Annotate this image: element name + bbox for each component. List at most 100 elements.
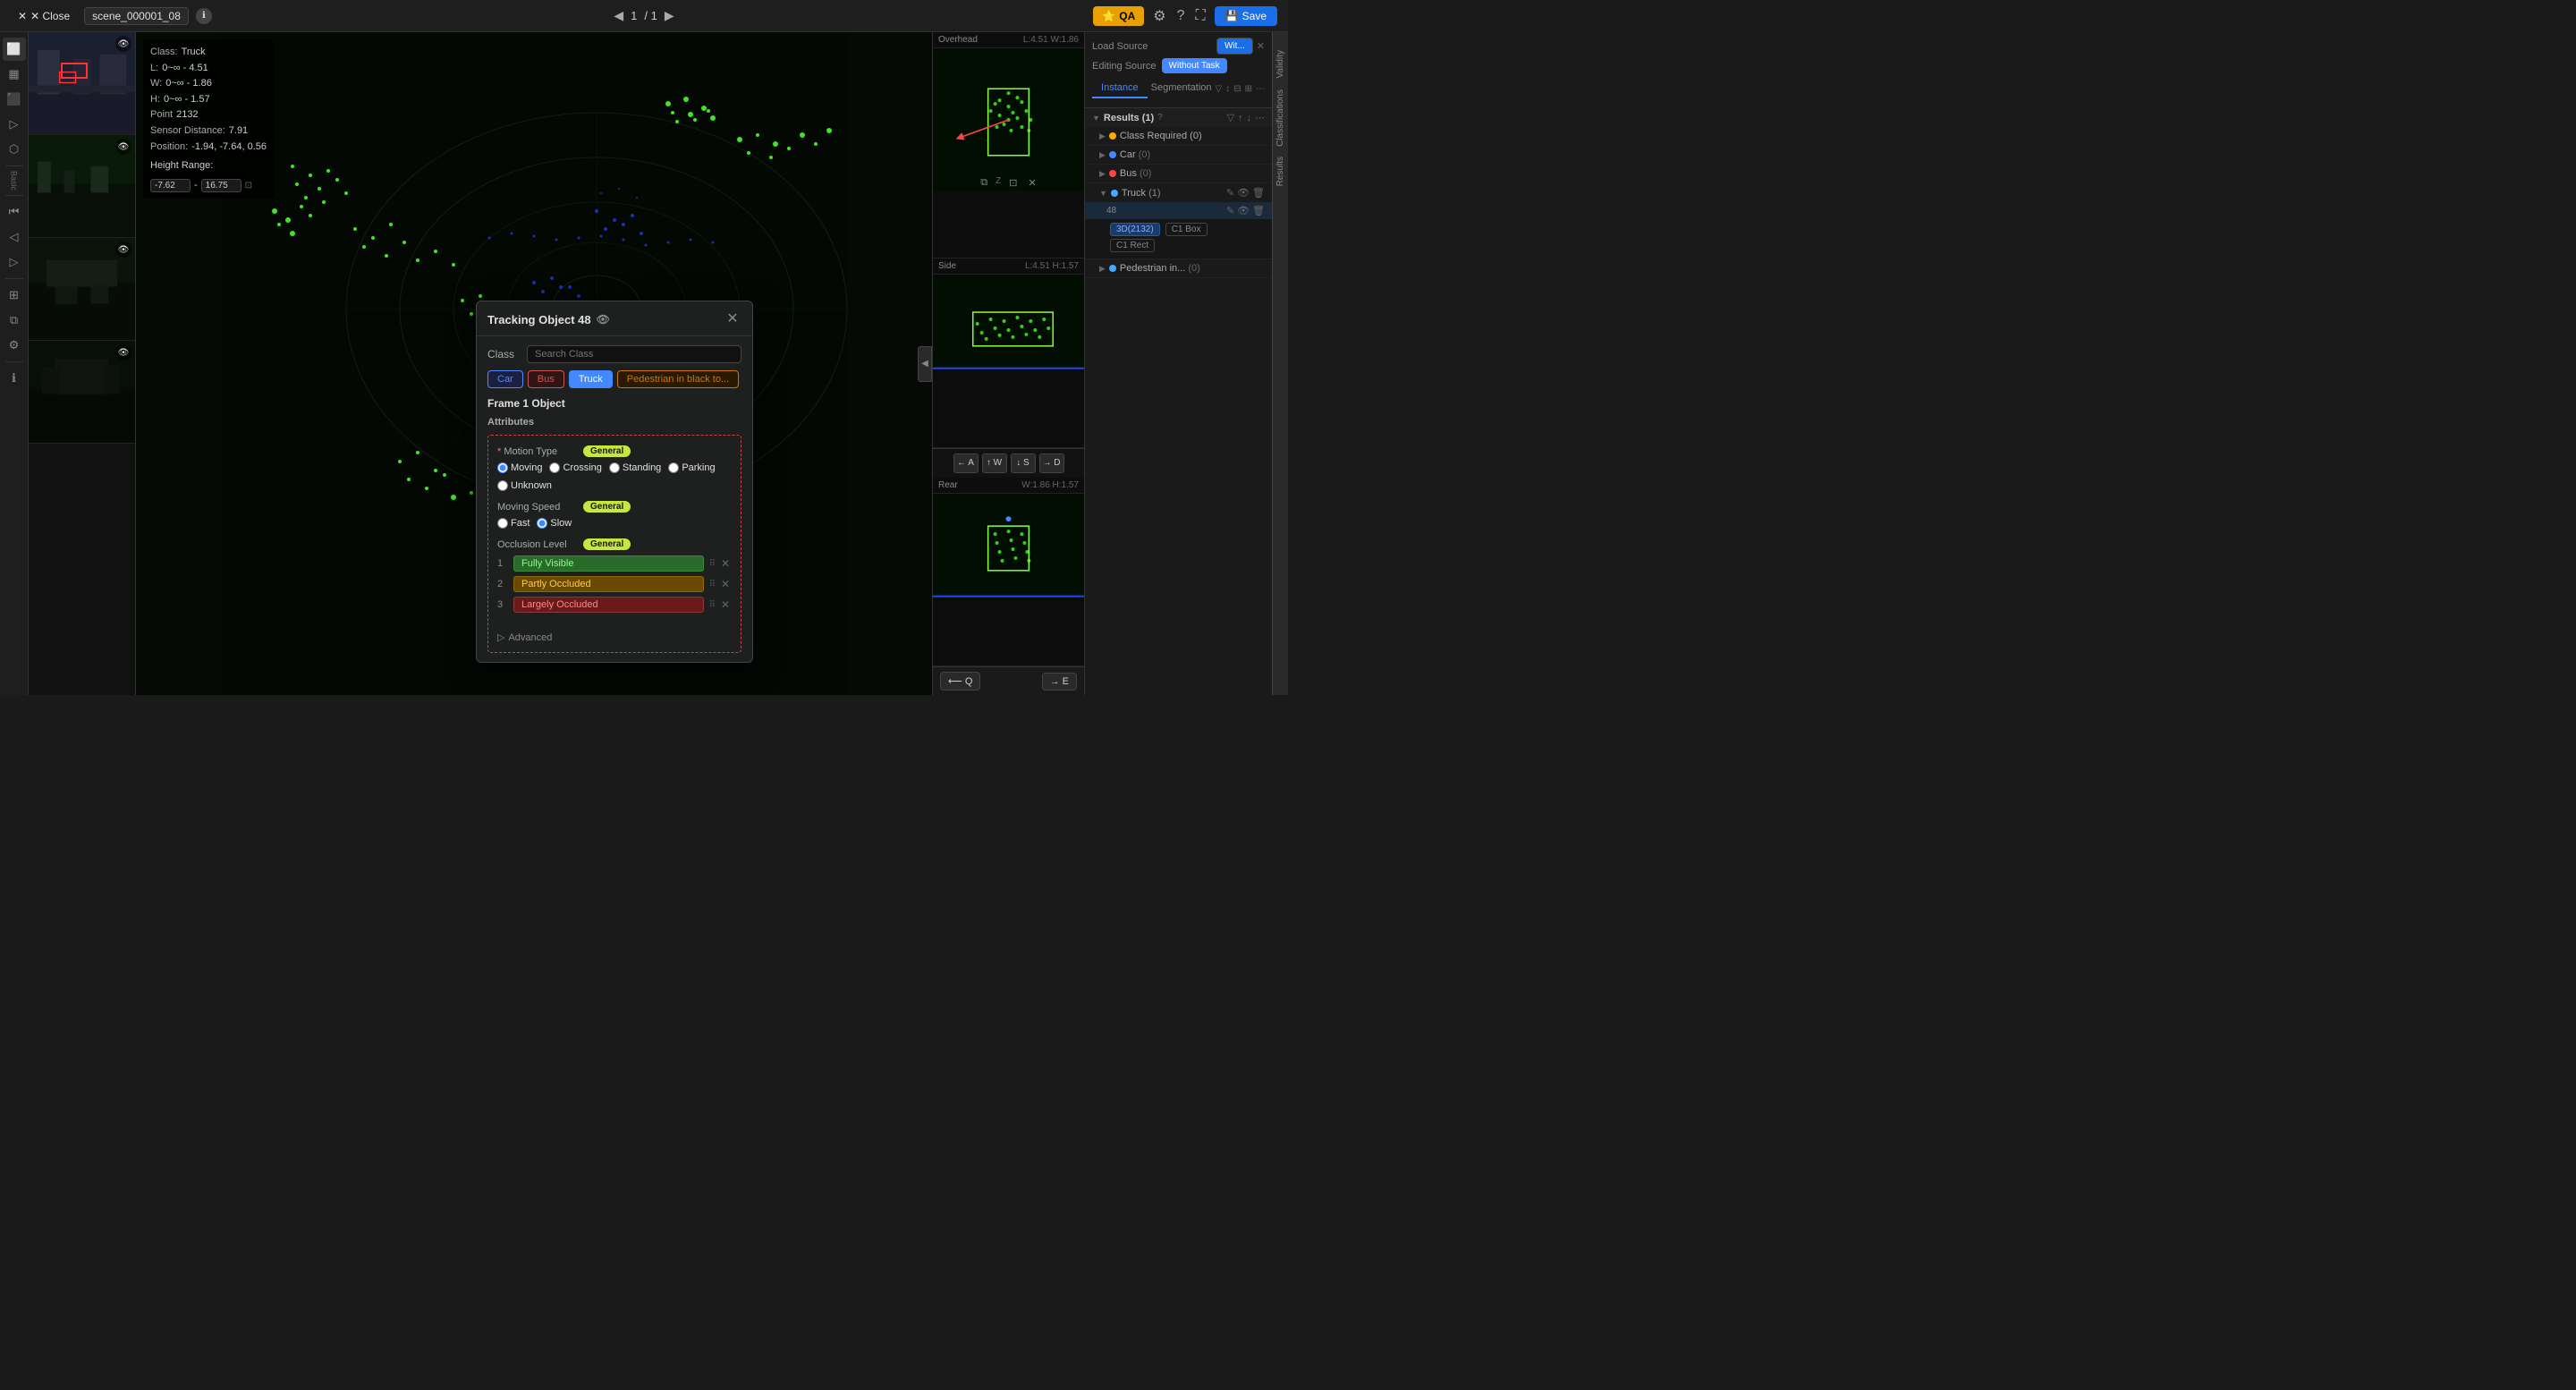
wasd-w-button[interactable]: ↑ W xyxy=(982,453,1007,473)
play-button[interactable]: ▷ xyxy=(3,113,26,136)
fast-radio[interactable] xyxy=(497,518,508,529)
wasd-d-button[interactable]: → D xyxy=(1039,453,1064,473)
car-section-header[interactable]: ▶ Car (0) xyxy=(1085,146,1272,164)
qa-button[interactable]: ⭐ QA xyxy=(1093,6,1144,26)
help-icon[interactable]: ? xyxy=(1175,6,1187,26)
settings-icon[interactable]: ⚙ xyxy=(1151,5,1167,27)
fullscreen-icon[interactable]: ⛶ xyxy=(1193,6,1207,26)
crossing-radio-label[interactable]: Crossing xyxy=(549,462,601,473)
wasd-s-button[interactable]: ↓ S xyxy=(1011,453,1036,473)
eye-icon-dialog[interactable]: 👁 xyxy=(597,313,610,326)
truck-delete-icon[interactable]: 🗑 xyxy=(1252,187,1265,199)
item-48-delete-icon[interactable]: 🗑 xyxy=(1252,205,1265,216)
save-button[interactable]: 💾 Save xyxy=(1215,6,1277,26)
unknown-radio-label[interactable]: Unknown xyxy=(497,480,552,491)
sort-icon[interactable]: ↕ xyxy=(1225,79,1230,98)
height-min-input[interactable] xyxy=(150,179,191,192)
eye-icon-2[interactable]: 👁 xyxy=(115,139,131,155)
crossing-radio[interactable] xyxy=(549,462,560,473)
zoom-out-button[interactable]: → E xyxy=(1042,673,1077,691)
truck-edit-icon[interactable]: ✎ xyxy=(1226,187,1234,199)
class-truck-button[interactable]: Truck xyxy=(569,370,613,388)
class-pedestrian-button[interactable]: Pedestrian in black to... xyxy=(617,370,739,388)
height-max-input[interactable] xyxy=(201,179,242,192)
results-header[interactable]: ▼ Results (1) ? ▽ ↑ ↓ ⋯ xyxy=(1085,108,1272,127)
load-source-close-button[interactable]: ✕ xyxy=(1257,40,1265,52)
parking-radio[interactable] xyxy=(668,462,679,473)
sub-tag-c1rect[interactable]: C1 Rect xyxy=(1110,239,1155,252)
sub-tag-3d[interactable]: 3D(2132) xyxy=(1110,223,1160,236)
3d-view-button[interactable]: ⬜ xyxy=(3,38,26,61)
classifications-label[interactable]: Classifications xyxy=(1275,89,1285,147)
without-task-button[interactable]: Without Task xyxy=(1162,58,1227,73)
item-48-eye-icon[interactable]: 👁 xyxy=(1237,205,1250,216)
item-48-edit-icon[interactable]: ✎ xyxy=(1226,205,1234,216)
instance-tab[interactable]: Instance xyxy=(1092,79,1148,98)
overhead-close-button[interactable]: ✕ xyxy=(1025,176,1038,190)
class-bus-button[interactable]: Bus xyxy=(528,370,564,388)
eye-icon-4[interactable]: 👁 xyxy=(115,344,131,360)
attributes-scroll[interactable]: * Motion Type General Moving xyxy=(497,445,732,626)
partly-occluded-tag[interactable]: Partly Occluded xyxy=(513,576,704,592)
results-sort-down-icon[interactable]: ↓ xyxy=(1247,112,1252,123)
info2-button[interactable]: ℹ xyxy=(3,367,26,390)
layers-button[interactable]: ⧉ xyxy=(3,309,26,332)
slow-radio-label[interactable]: Slow xyxy=(537,518,572,529)
sub-tag-c1box[interactable]: C1 Box xyxy=(1165,223,1208,236)
delete-occlusion-2[interactable]: ✕ xyxy=(721,578,730,590)
overhead-zoom-button[interactable]: ⧉ xyxy=(978,176,990,190)
overhead-fit-button[interactable]: ⊡ xyxy=(1006,176,1020,190)
results-help-icon[interactable]: ? xyxy=(1157,113,1163,123)
drag-handle-1[interactable]: ⠿ xyxy=(709,559,716,569)
collapse-panel-button[interactable]: ◀ xyxy=(918,346,932,382)
info-icon[interactable]: ℹ xyxy=(196,8,212,24)
standing-radio[interactable] xyxy=(609,462,620,473)
drag-handle-2[interactable]: ⠿ xyxy=(709,580,716,589)
class-car-button[interactable]: Car xyxy=(487,370,523,388)
prev-page-button[interactable]: ◀ xyxy=(614,8,623,23)
more-options-icon[interactable]: ⋯ xyxy=(1256,79,1265,98)
slow-radio[interactable] xyxy=(537,518,547,529)
delete-occlusion-3[interactable]: ✕ xyxy=(721,598,730,611)
eye-icon-3[interactable]: 👁 xyxy=(115,242,131,258)
parking-radio-label[interactable]: Parking xyxy=(668,462,715,473)
advanced-row[interactable]: ▷ Advanced xyxy=(497,631,732,643)
class-required-header[interactable]: ▶ Class Required (0) xyxy=(1085,127,1272,145)
class-search-input[interactable] xyxy=(527,345,741,363)
skip-start-button[interactable]: ⏮ xyxy=(3,200,26,224)
eye-icon-1[interactable]: 👁 xyxy=(115,36,131,52)
bus-section-header[interactable]: ▶ Bus (0) xyxy=(1085,165,1272,182)
truck-section-header[interactable]: ▼ Truck (1) ✎ 👁 🗑 xyxy=(1085,183,1272,202)
truck-eye-icon[interactable]: 👁 xyxy=(1237,187,1250,199)
filter-icon[interactable]: ▽ xyxy=(1216,79,1223,98)
standing-radio-label[interactable]: Standing xyxy=(609,462,661,473)
polygon-button[interactable]: ⬡ xyxy=(3,138,26,161)
main-3d-view[interactable]: Class: Truck L: 0~∞ - 4.51 W: 0~∞ - 1.86… xyxy=(136,32,932,695)
close-button[interactable]: ✕ ✕ Close xyxy=(11,6,77,26)
fully-visible-tag[interactable]: Fully Visible xyxy=(513,555,704,572)
camera-button[interactable]: ▦ xyxy=(3,63,26,86)
zoom-in-button[interactable]: ⟵ Q xyxy=(940,672,980,691)
results-more-icon[interactable]: ⋯ xyxy=(1255,112,1265,123)
fast-radio-label[interactable]: Fast xyxy=(497,518,530,529)
grid-icon-button[interactable]: ⊞ xyxy=(3,284,26,307)
validity-label[interactable]: Validity xyxy=(1275,50,1285,79)
results-list[interactable]: ▼ Results (1) ? ▽ ↑ ↓ ⋯ ▶ Class Required… xyxy=(1085,108,1272,695)
settings2-button[interactable]: ⚙ xyxy=(3,334,26,357)
truck-item-48[interactable]: 48 ✎ 👁 🗑 xyxy=(1085,202,1272,219)
pedestrian-section-header[interactable]: ▶ Pedestrian in... (0) xyxy=(1085,259,1272,277)
results-filter-icon[interactable]: ▽ xyxy=(1227,112,1234,123)
drag-handle-3[interactable]: ⠿ xyxy=(709,600,716,610)
segmentation-tab[interactable]: Segmentation xyxy=(1148,79,1216,98)
prev-frame-button[interactable]: ◁ xyxy=(3,225,26,249)
dialog-close-button[interactable]: ✕ xyxy=(724,310,741,328)
results-sort-up-icon[interactable]: ↑ xyxy=(1238,112,1243,123)
next-page-button[interactable]: ▶ xyxy=(665,8,674,23)
unknown-radio[interactable] xyxy=(497,480,508,491)
largely-occluded-tag[interactable]: Largely Occluded xyxy=(513,597,704,613)
play2-button[interactable]: ▷ xyxy=(3,250,26,274)
results-side-label[interactable]: Results xyxy=(1275,157,1285,186)
collapse-all-icon[interactable]: ⊟ xyxy=(1233,79,1241,98)
expand-all-icon[interactable]: ⊞ xyxy=(1245,79,1252,98)
load-source-tab-item[interactable]: Wit... xyxy=(1217,38,1252,54)
